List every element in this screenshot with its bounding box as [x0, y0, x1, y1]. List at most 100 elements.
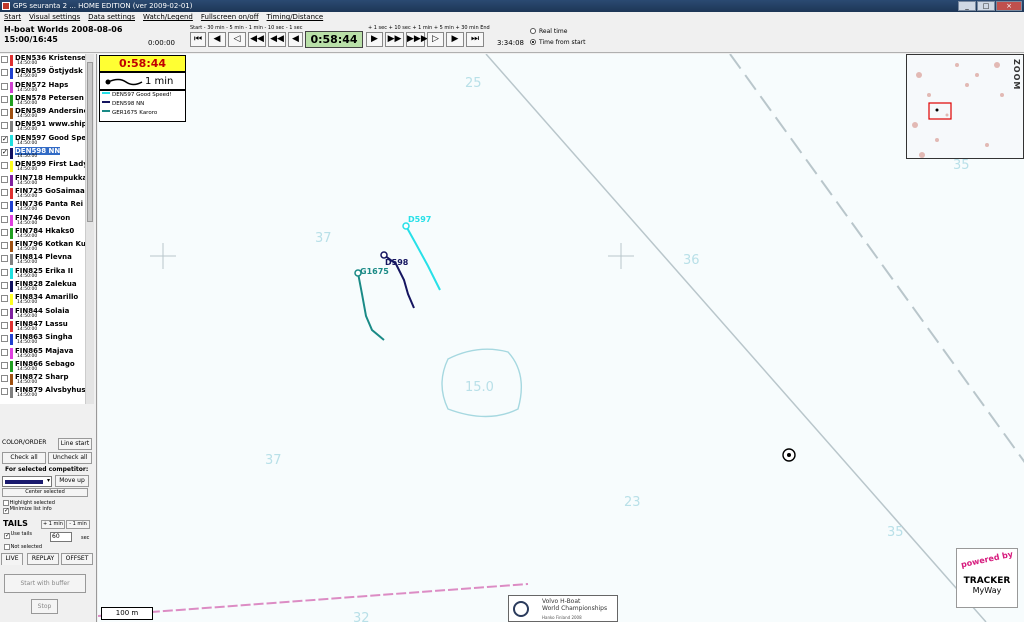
menu-timing-distance[interactable]: Timing/Distance: [267, 12, 324, 23]
back-30min-button[interactable]: ◀: [208, 32, 226, 47]
menu-fullscreen[interactable]: Fullscreen on/off: [201, 12, 259, 23]
competitor-checkbox[interactable]: [1, 348, 8, 356]
competitor-checkbox[interactable]: [1, 202, 8, 210]
competitor-checkbox[interactable]: [1, 308, 8, 316]
tails-minus-button[interactable]: - 1 min: [66, 520, 90, 529]
tab-replay[interactable]: REPLAY: [27, 553, 59, 565]
start-with-buffer-button[interactable]: Start with buffer: [4, 574, 86, 593]
competitor-row[interactable]: FIN879 Alvsbyhus 14:50:00: [0, 386, 85, 399]
map-view[interactable]: D597 D598 G1675 25 37 36 15.0 37 23 35 35 …: [98, 54, 1024, 622]
competitor-checkbox[interactable]: [1, 122, 8, 130]
tails-plus-button[interactable]: + 1 min: [41, 520, 65, 529]
competitor-checkbox[interactable]: [1, 335, 8, 343]
competitor-checkbox[interactable]: [1, 188, 8, 196]
competitor-checkbox[interactable]: ✓: [1, 135, 8, 143]
forward-5min-button[interactable]: ▷: [427, 32, 444, 47]
competitor-row[interactable]: FIN847 Lassu 14:50:00: [0, 320, 85, 333]
competitor-checkbox[interactable]: [1, 321, 8, 329]
not-selected-option[interactable]: Not selected: [3, 542, 42, 550]
competitor-row[interactable]: FIN746 Devon 14:50:00: [0, 214, 85, 227]
competitor-checkbox[interactable]: [1, 242, 8, 250]
move-up-button[interactable]: Move up: [55, 475, 89, 487]
competitor-checkbox[interactable]: [1, 295, 8, 303]
overview-minimap[interactable]: ZOOM: [906, 54, 1024, 159]
competitor-row[interactable]: DEN591 www.ships 14:50:00: [0, 120, 85, 133]
minimap-viewport[interactable]: [928, 102, 952, 120]
competitor-row[interactable]: DEN578 Petersen 14:50:00: [0, 94, 85, 107]
competitor-row[interactable]: FIN866 Sebago 14:50:00: [0, 360, 85, 373]
competitor-checkbox[interactable]: [1, 255, 8, 263]
menu-visual-settings[interactable]: Visual settings: [29, 12, 80, 23]
forward-10sec-button[interactable]: ▶▶: [385, 32, 404, 47]
minimize-checkbox[interactable]: ✓: [3, 508, 9, 514]
not-selected-checkbox[interactable]: [4, 544, 10, 550]
competitor-row[interactable]: FIN865 Majava 14:50:00: [0, 347, 85, 360]
go-end-button[interactable]: ⏭: [466, 32, 484, 47]
tab-offset[interactable]: OFFSET: [61, 553, 93, 565]
competitor-row[interactable]: DEN536 Kristensen 14:50:00: [0, 54, 85, 67]
competitor-checkbox[interactable]: [1, 69, 8, 77]
forward-1min-button[interactable]: ▶▶▶: [406, 32, 428, 47]
center-selected-button[interactable]: Center selected: [2, 488, 88, 497]
realtime-option[interactable]: Real time: [530, 26, 585, 37]
minimize-list-option[interactable]: ✓ Minimize list info: [2, 506, 52, 514]
use-tails-checkbox[interactable]: ✓: [4, 533, 10, 539]
competitor-checkbox[interactable]: ✓: [1, 149, 8, 157]
competitor-list-scrollbar[interactable]: [85, 54, 94, 404]
selected-color-dropdown[interactable]: ▾: [2, 476, 52, 487]
competitor-row[interactable]: FIN796 Kotkan Kuo 14:50:00: [0, 240, 85, 253]
tails-seconds-input[interactable]: 60: [50, 532, 72, 542]
back-5min-button[interactable]: ◁: [228, 32, 246, 47]
competitor-checkbox[interactable]: [1, 215, 8, 223]
competitor-row[interactable]: DEN559 Östjydsk B 14:50:00: [0, 67, 85, 80]
uncheck-all-button[interactable]: Uncheck all: [48, 452, 92, 464]
competitor-row[interactable]: FIN725 GoSaimaa.f 14:50:00: [0, 187, 85, 200]
competitor-row[interactable]: ✓ DEN598 NN 14:50:00: [0, 147, 85, 160]
competitor-list[interactable]: DEN536 Kristensen 14:50:00 DEN559 Östjydsk…: [0, 54, 85, 404]
competitor-row[interactable]: ✓ DEN597 Good Spe 14:50:00: [0, 134, 85, 147]
forward-30min-button[interactable]: ▶: [446, 32, 464, 47]
competitor-row[interactable]: FIN784 Hkaks0 14:50:00: [0, 227, 85, 240]
competitor-checkbox[interactable]: [1, 162, 8, 170]
competitor-checkbox[interactable]: [1, 175, 8, 183]
competitor-checkbox[interactable]: [1, 95, 8, 103]
maximize-button[interactable]: □: [977, 1, 995, 11]
check-all-button[interactable]: Check all: [2, 452, 46, 464]
scrollbar-thumb[interactable]: [87, 62, 93, 222]
competitor-checkbox[interactable]: [1, 282, 8, 290]
forward-1sec-button[interactable]: ▶: [366, 32, 383, 47]
competitor-checkbox[interactable]: [1, 109, 8, 117]
line-start-tab[interactable]: Line start: [58, 438, 92, 450]
competitor-row[interactable]: FIN863 Singha 14:50:00: [0, 333, 85, 346]
back-1min-button[interactable]: ◀◀: [248, 32, 266, 47]
competitor-row[interactable]: FIN828 Zalekua 14:50:00: [0, 280, 85, 293]
realtime-radio[interactable]: [530, 28, 536, 34]
tab-live[interactable]: LIVE: [1, 553, 23, 565]
competitor-row[interactable]: FIN844 Solaia 14:50:00: [0, 307, 85, 320]
competitor-row[interactable]: DEN572 Haps 14:50:00: [0, 81, 85, 94]
competitor-row[interactable]: FIN834 Amarillo 14:50:00: [0, 293, 85, 306]
competitor-checkbox[interactable]: [1, 361, 8, 369]
competitor-checkbox[interactable]: [1, 82, 8, 90]
competitor-row[interactable]: FIN872 Sharp 14:50:00: [0, 373, 85, 386]
competitor-row[interactable]: DEN589 Andersine 14:50:00: [0, 107, 85, 120]
minimize-button[interactable]: _: [958, 1, 976, 11]
competitor-checkbox[interactable]: [1, 268, 8, 276]
stop-button[interactable]: Stop: [31, 599, 58, 614]
competitor-row[interactable]: FIN814 Plevna 14:50:00: [0, 253, 85, 266]
highlight-selected-option[interactable]: Highlight selected: [2, 498, 55, 506]
competitor-checkbox[interactable]: [1, 228, 8, 236]
close-button[interactable]: ×: [996, 1, 1022, 11]
menu-start[interactable]: Start: [4, 12, 21, 23]
nautical-chart[interactable]: D597 D598G1675 25 37 36 15.0 37 23 35 35 …: [98, 54, 1024, 622]
competitor-checkbox[interactable]: [1, 56, 8, 63]
competitor-row[interactable]: FIN736 Panta Rei 14:50:00: [0, 200, 85, 213]
go-start-button[interactable]: ⏮: [190, 32, 206, 47]
competitor-checkbox[interactable]: [1, 375, 8, 383]
menu-data-settings[interactable]: Data settings: [88, 12, 135, 23]
competitor-row[interactable]: FIN825 Erika II 14:50:00: [0, 267, 85, 280]
time-from-start-radio[interactable]: [530, 39, 536, 45]
time-from-start-option[interactable]: Time from start: [530, 37, 585, 48]
competitor-row[interactable]: DEN599 First Lady 14:50:00: [0, 160, 85, 173]
competitor-row[interactable]: FIN718 Hempukka 14:50:00: [0, 174, 85, 187]
